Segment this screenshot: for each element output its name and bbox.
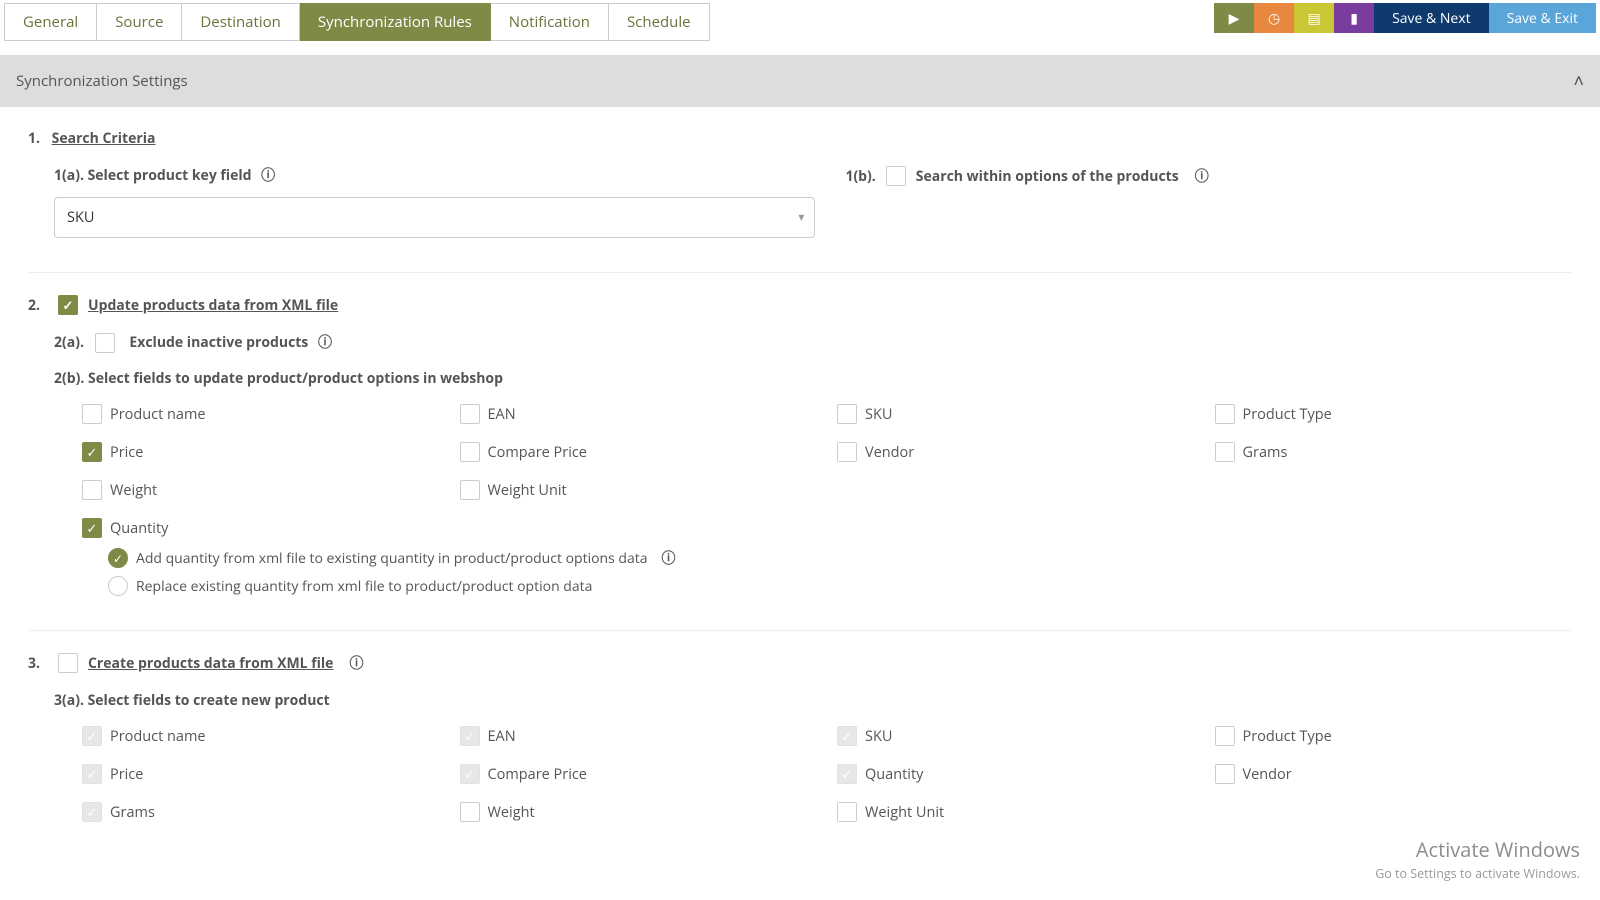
label-field: Weight xyxy=(488,803,535,822)
checkbox-field xyxy=(837,764,857,784)
select-product-key-field[interactable]: SKU xyxy=(54,197,815,238)
checkbox-field[interactable] xyxy=(460,802,480,822)
section-1-num: 1. xyxy=(28,129,40,148)
checkbox-quantity[interactable] xyxy=(82,518,102,538)
section-1-title: 1. Search Criteria xyxy=(28,129,1572,148)
info-icon[interactable] xyxy=(662,551,676,565)
label-2b: 2(b). Select fields to update product/pr… xyxy=(54,369,1572,388)
save-exit-button[interactable]: Save & Exit xyxy=(1489,3,1596,33)
checkbox-field[interactable] xyxy=(82,442,102,462)
label-field: Weight Unit xyxy=(865,803,944,822)
checkbox-field xyxy=(460,726,480,746)
checkbox-field xyxy=(82,726,102,746)
label-field: Vendor xyxy=(865,443,914,462)
label-1b: Search within options of the products xyxy=(916,167,1179,186)
label-field: Product Type xyxy=(1243,727,1332,746)
label-1a: 1(a). Select product key field xyxy=(54,166,815,185)
info-icon[interactable] xyxy=(261,168,275,182)
checkbox-field[interactable] xyxy=(460,404,480,424)
checkbox-field[interactable] xyxy=(1215,764,1235,784)
label-field: Quantity xyxy=(865,765,923,784)
checkbox-field xyxy=(460,764,480,784)
label-2a: Exclude inactive products xyxy=(129,333,308,352)
label-field: Compare Price xyxy=(488,443,587,462)
checkbox-update-products[interactable] xyxy=(58,295,78,315)
chevron-up-icon[interactable]: ˄ xyxy=(1573,69,1584,93)
tab-schedule[interactable]: Schedule xyxy=(609,3,710,41)
label-2a-prefix: 2(a). xyxy=(54,333,84,352)
label-field: Price xyxy=(110,443,143,462)
tab-destination[interactable]: Destination xyxy=(182,3,299,41)
label-field: Grams xyxy=(110,803,155,822)
label-field: Product name xyxy=(110,405,206,424)
play-icon[interactable]: ▶ xyxy=(1214,3,1254,33)
tabs: General Source Destination Synchronizati… xyxy=(4,3,710,41)
tab-source[interactable]: Source xyxy=(97,3,182,41)
info-icon[interactable] xyxy=(318,335,332,349)
label-field: Product name xyxy=(110,727,206,746)
checkbox-field xyxy=(82,802,102,822)
section-2-link: Update products data from XML file xyxy=(88,296,338,315)
note-icon[interactable]: ▤ xyxy=(1294,3,1334,33)
label-1b-prefix: 1(b). xyxy=(845,167,875,186)
label-3a: 3(a). Select fields to create new produc… xyxy=(54,691,1572,710)
checkbox-field xyxy=(82,764,102,784)
info-icon[interactable] xyxy=(1195,169,1209,183)
label-field: Compare Price xyxy=(488,765,587,784)
checkbox-field[interactable] xyxy=(460,442,480,462)
panel-title: Synchronization Settings xyxy=(16,71,188,91)
checkbox-field[interactable] xyxy=(837,442,857,462)
section-1-link: Search Criteria xyxy=(52,129,156,148)
label-field: Vendor xyxy=(1243,765,1292,784)
gauge-icon[interactable]: ◷ xyxy=(1254,3,1294,33)
tab-general[interactable]: General xyxy=(4,3,97,41)
section-2-num: 2. xyxy=(28,296,40,315)
info-icon[interactable] xyxy=(349,656,363,670)
label-field: SKU xyxy=(865,405,892,424)
checkbox-field[interactable] xyxy=(82,404,102,424)
label-field-quantity: Quantity xyxy=(110,519,168,538)
checkbox-exclude-inactive[interactable] xyxy=(95,333,115,353)
radio-add-quantity[interactable] xyxy=(108,548,128,568)
label-field: Weight Unit xyxy=(488,481,567,500)
checkbox-field[interactable] xyxy=(82,480,102,500)
checkbox-field[interactable] xyxy=(837,802,857,822)
checkbox-field[interactable] xyxy=(1215,404,1235,424)
label-field: SKU xyxy=(865,727,892,746)
tab-notification[interactable]: Notification xyxy=(491,3,609,41)
checkbox-field[interactable] xyxy=(1215,442,1235,462)
checkbox-field[interactable] xyxy=(460,480,480,500)
label-field: Weight xyxy=(110,481,157,500)
label-field: EAN xyxy=(488,727,516,746)
label-radio-replace: Replace existing quantity from xml file … xyxy=(136,577,592,596)
label-radio-add: Add quantity from xml file to existing q… xyxy=(136,549,648,568)
checkbox-field[interactable] xyxy=(837,404,857,424)
section-3-num: 3. xyxy=(28,654,40,673)
label-field: Product Type xyxy=(1243,405,1332,424)
action-buttons: ▶ ◷ ▤ ▮ Save & Next Save & Exit xyxy=(1214,3,1596,33)
radio-replace-quantity[interactable] xyxy=(108,576,128,596)
checkbox-field[interactable] xyxy=(1215,726,1235,746)
panel-header[interactable]: Synchronization Settings ˄ xyxy=(0,55,1600,107)
label-field: Grams xyxy=(1243,443,1288,462)
tab-sync-rules[interactable]: Synchronization Rules xyxy=(300,3,491,41)
label-field: EAN xyxy=(488,405,516,424)
checkbox-create-products[interactable] xyxy=(58,653,78,673)
book-icon[interactable]: ▮ xyxy=(1334,3,1374,33)
save-next-button[interactable]: Save & Next xyxy=(1374,3,1489,33)
section-3-link: Create products data from XML file xyxy=(88,654,333,673)
label-field: Price xyxy=(110,765,143,784)
checkbox-field xyxy=(837,726,857,746)
checkbox-search-within-options[interactable] xyxy=(886,166,906,186)
